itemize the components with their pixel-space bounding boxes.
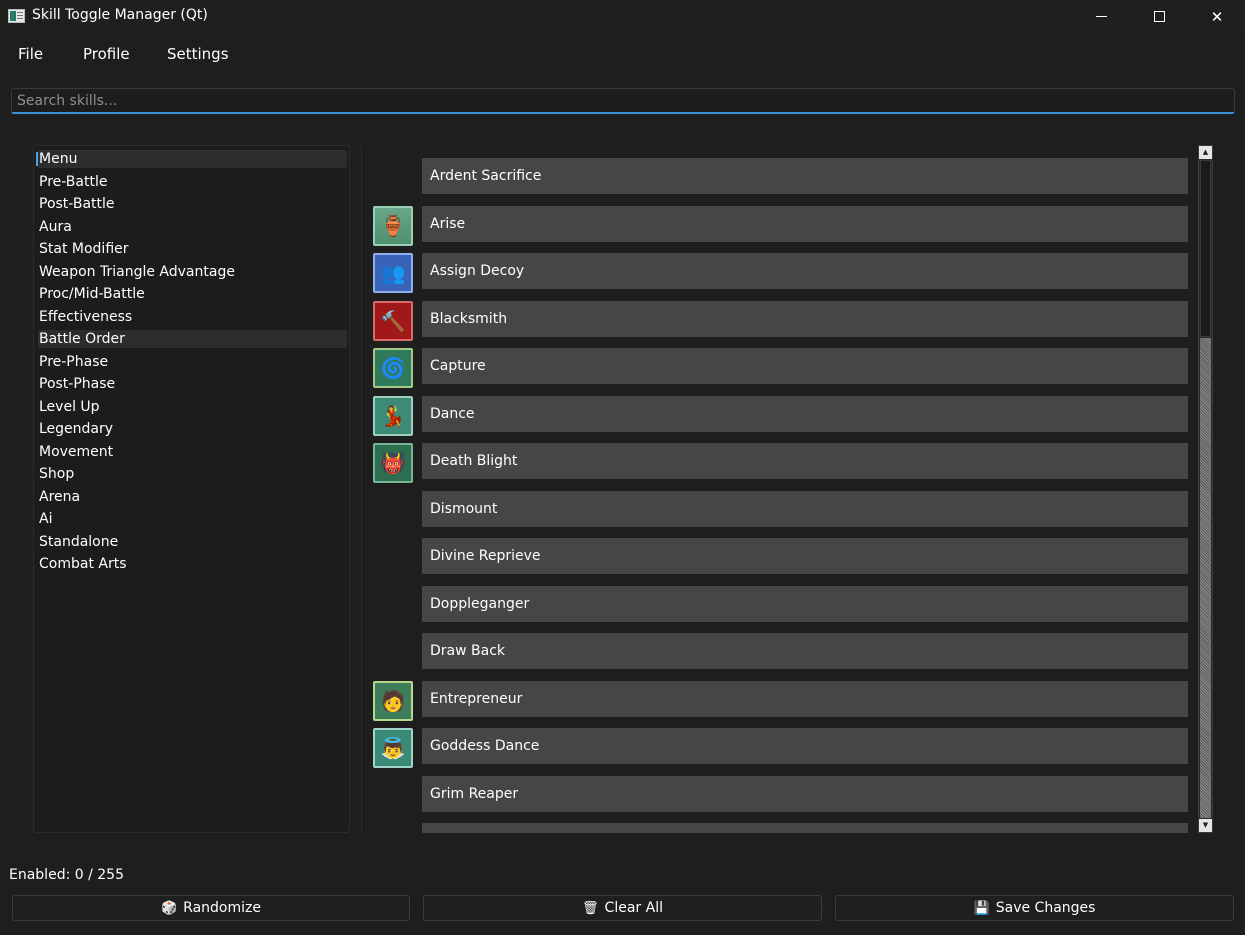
category-item[interactable]: Aura — [38, 218, 347, 236]
save-changes-label: Save Changes — [995, 900, 1096, 916]
skill-row: 💃 Dance — [362, 395, 1196, 436]
skill-row: 👼 Goddess Dance — [362, 728, 1196, 768]
skill-row: Divine Reprieve — [362, 538, 1196, 578]
skill-row: 🏺 Arise — [362, 205, 1196, 246]
category-item[interactable]: Legendary — [38, 420, 347, 438]
skill-toggle-button[interactable]: Death Blight — [422, 443, 1188, 479]
dice-icon: 🎲 — [160, 900, 178, 916]
enabled-count: Enabled: 0 / 255 — [9, 867, 124, 883]
category-item[interactable]: Level Up — [38, 398, 347, 416]
category-item[interactable]: Standalone — [38, 533, 347, 551]
close-button[interactable]: ✕ — [1188, 0, 1245, 33]
menu-profile[interactable]: Profile — [83, 45, 130, 63]
skill-row: Draw Back — [362, 633, 1196, 673]
category-item[interactable]: Proc/Mid-Battle — [38, 285, 347, 303]
category-item[interactable]: Pre-Battle — [38, 173, 347, 191]
skill-row: 🔨 Blacksmith — [362, 300, 1196, 341]
title-bar: Skill Toggle Manager (Qt) ✕ — [0, 0, 1245, 33]
skill-toggle-button[interactable]: Draw Back — [422, 633, 1188, 669]
maximize-icon — [1153, 11, 1165, 22]
category-item[interactable]: Battle Order — [38, 330, 347, 348]
skill-toggle-button[interactable]: Doppleganger — [422, 585, 1188, 622]
skill-toggle-button[interactable]: Dance — [422, 395, 1188, 432]
skill-row: Doppleganger — [362, 585, 1196, 626]
skill-toggle-button[interactable]: Capture — [422, 348, 1188, 384]
window-title: Skill Toggle Manager (Qt) — [32, 7, 208, 23]
menu-bar: File Profile Settings — [0, 33, 1245, 73]
skill-row — [362, 823, 1196, 833]
category-item[interactable]: Weapon Triangle Advantage — [38, 263, 347, 281]
scrollbar-track[interactable] — [1200, 338, 1211, 818]
skill-list-scrollbar[interactable]: ▲ ▼ — [1198, 145, 1213, 833]
category-item[interactable]: Arena — [38, 488, 347, 506]
dance-icon: 💃 — [373, 395, 413, 436]
category-item[interactable]: Ai — [38, 510, 347, 528]
search-input[interactable] — [11, 88, 1235, 114]
capture-icon: 🌀 — [373, 348, 413, 388]
category-list[interactable]: Menu Pre-Battle Post-Battle Aura Stat Modifi… — [33, 145, 350, 833]
category-item[interactable]: Menu — [36, 150, 347, 168]
skill-toggle-button[interactable]: Blacksmith — [422, 300, 1188, 337]
entrepreneur-icon: 🧑 — [373, 680, 413, 721]
skill-toggle-button[interactable]: Grim Reaper — [422, 775, 1188, 812]
skill-toggle-button[interactable]: Entrepreneur — [422, 680, 1188, 717]
category-item[interactable]: Combat Arts — [38, 555, 347, 573]
skill-toggle-button[interactable]: Ardent Sacrifice — [422, 158, 1188, 194]
randomize-label: Randomize — [183, 900, 261, 916]
scroll-up-arrow-icon[interactable]: ▲ — [1199, 146, 1212, 159]
category-item[interactable]: Post-Battle — [38, 195, 347, 213]
assign-decoy-icon: 👥 — [373, 253, 413, 293]
maximize-button[interactable] — [1130, 0, 1188, 33]
skill-row: Dismount — [362, 490, 1196, 531]
skill-row: 🌀 Capture — [362, 348, 1196, 388]
randomize-button[interactable]: 🎲 Randomize — [12, 895, 410, 921]
arise-icon: 🏺 — [373, 205, 413, 246]
skill-list: Ardent Sacrifice 🏺 Arise 👥 Assign Decoy 🔨 Blac… — [361, 145, 1196, 833]
app-icon — [8, 9, 25, 23]
save-changes-button[interactable]: 💾 Save Changes — [835, 895, 1234, 921]
scrollbar-handle[interactable] — [1200, 160, 1211, 337]
menu-settings[interactable]: Settings — [167, 45, 229, 63]
minimize-button[interactable] — [1072, 0, 1130, 33]
skill-toggle-button[interactable]: Divine Reprieve — [422, 538, 1188, 574]
floppy-disk-icon: 💾 — [973, 900, 990, 916]
skill-toggle-button[interactable] — [422, 823, 1188, 833]
skill-toggle-button[interactable]: Assign Decoy — [422, 253, 1188, 289]
category-item[interactable]: Effectiveness — [38, 308, 347, 326]
category-item[interactable]: Post-Phase — [38, 375, 347, 393]
blacksmith-icon: 🔨 — [373, 300, 413, 341]
skill-row: 👹 Death Blight — [362, 443, 1196, 483]
skill-toggle-button[interactable]: Dismount — [422, 490, 1188, 527]
clear-all-button[interactable]: 🗑 Clear All — [423, 895, 822, 921]
skill-toggle-button[interactable]: Arise — [422, 205, 1188, 242]
skill-row: Ardent Sacrifice — [362, 158, 1196, 198]
trash-icon: 🗑 — [582, 900, 599, 916]
death-blight-icon: 👹 — [373, 443, 413, 483]
category-item[interactable]: Shop — [38, 465, 347, 483]
skill-row: 👥 Assign Decoy — [362, 253, 1196, 293]
menu-file[interactable]: File — [18, 45, 43, 63]
category-item[interactable]: Movement — [38, 443, 347, 461]
skill-row: 🧑 Entrepreneur — [362, 680, 1196, 721]
clear-all-label: Clear All — [604, 900, 663, 916]
goddess-dance-icon: 👼 — [373, 728, 413, 768]
skill-row: Grim Reaper — [362, 775, 1196, 816]
close-icon: ✕ — [1210, 7, 1224, 26]
skill-toggle-button[interactable]: Goddess Dance — [422, 728, 1188, 764]
minimize-icon — [1095, 16, 1107, 17]
category-item[interactable]: Stat Modifier — [38, 240, 347, 258]
scroll-down-arrow-icon[interactable]: ▼ — [1199, 819, 1212, 832]
category-item[interactable]: Pre-Phase — [38, 353, 347, 371]
